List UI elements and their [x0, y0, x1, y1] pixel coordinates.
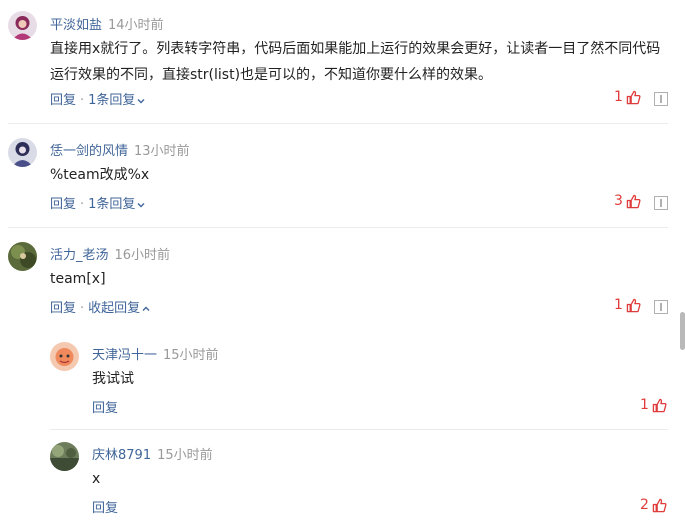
comment-line: 直接用x就行了。列表转字符串，代码后面如果能加上运行的效果会更好，让读者一目了然… [50, 41, 661, 57]
comment-line: %team改成%x [50, 167, 150, 183]
reply-text: 我试试 [92, 366, 134, 392]
scrollbar[interactable] [679, 0, 685, 521]
reply-text: x [92, 466, 100, 492]
comment-text: %team改成%x [50, 162, 149, 188]
like-count: 3 [614, 193, 623, 209]
thumbs-up-icon [652, 498, 667, 512]
toggle-replies-button[interactable]: 收起回复 [88, 301, 150, 316]
comment-line: 运行效果的不同，直接str(list)也是可以的，不知道你要什么样的效果。 [50, 67, 493, 83]
chevron-down-icon [137, 98, 145, 103]
chevron-down-icon [137, 202, 145, 207]
like-count: 2 [640, 497, 649, 513]
author-name[interactable]: 平淡如盐 [50, 18, 102, 33]
avatar[interactable] [8, 138, 37, 167]
comment-line: team[x] [50, 271, 106, 287]
comment-text: team[x] [50, 266, 106, 292]
timestamp: 13小时前 [134, 144, 190, 159]
comment-text: 直接用x就行了。列表转字符串，代码后面如果能加上运行的效果会更好，让读者一目了然… [50, 36, 660, 88]
comment-actions: 回复 · 收起回复 [50, 297, 150, 316]
avatar[interactable] [8, 11, 37, 40]
reply-actions: 回复 [92, 397, 118, 416]
reply-button[interactable]: 回复 [92, 501, 118, 516]
comment-meta: 活力_老汤 16小时前 [50, 244, 170, 263]
author-name[interactable]: 庆林8791 [92, 448, 151, 463]
thumbs-up-icon [652, 398, 667, 412]
thumbs-up-icon [626, 90, 641, 104]
like-button[interactable]: 3 [614, 193, 641, 209]
thumbs-up-icon [626, 194, 641, 208]
separator: · [80, 197, 85, 212]
comment-meta: 平淡如盐 14小时前 [50, 14, 164, 33]
separator: · [80, 301, 85, 316]
comment-meta: 恁一剑的风情 13小时前 [50, 140, 190, 159]
reply-meta: 天津冯十一 15小时前 [92, 344, 219, 363]
report-icon[interactable] [654, 196, 668, 210]
toggle-replies-button[interactable]: 1条回复 [88, 93, 145, 108]
divider [8, 123, 668, 124]
toggle-replies-label: 收起回复 [88, 301, 141, 316]
toggle-replies-label: 1条回复 [88, 93, 136, 108]
reply-actions: 回复 [92, 497, 118, 516]
timestamp: 16小时前 [114, 248, 171, 263]
avatar[interactable] [50, 342, 79, 371]
reply-line: 我试试 [92, 371, 134, 387]
report-icon[interactable] [654, 300, 668, 314]
like-button[interactable]: 1 [614, 89, 641, 105]
toggle-replies-label: 1条回复 [88, 197, 136, 212]
like-button[interactable]: 1 [614, 297, 641, 313]
reply-button[interactable]: 回复 [92, 401, 118, 416]
like-count: 1 [614, 89, 623, 105]
report-icon[interactable] [654, 92, 668, 106]
like-button[interactable]: 1 [640, 397, 667, 413]
timestamp: 14小时前 [108, 18, 164, 33]
chevron-up-icon [142, 306, 150, 311]
like-button[interactable]: 2 [640, 497, 667, 513]
reply-button[interactable]: 回复 [50, 197, 76, 212]
scrollbar-thumb[interactable] [680, 312, 685, 350]
like-count: 1 [640, 397, 649, 413]
comment-actions: 回复 · 1条回复 [50, 193, 145, 212]
author-name[interactable]: 恁一剑的风情 [50, 144, 128, 159]
reply-line: x [92, 471, 101, 487]
comment-actions: 回复 · 1条回复 [50, 89, 145, 108]
separator: · [80, 93, 85, 108]
reply-button[interactable]: 回复 [50, 93, 76, 108]
thumbs-up-icon [626, 298, 641, 312]
author-name[interactable]: 活力_老汤 [50, 248, 109, 263]
reply-meta: 庆林8791 15小时前 [92, 444, 213, 463]
divider [8, 227, 668, 228]
like-count: 1 [614, 297, 623, 313]
divider [50, 429, 668, 430]
timestamp: 15小时前 [163, 348, 219, 363]
timestamp: 15小时前 [157, 448, 213, 463]
reply-button[interactable]: 回复 [50, 301, 76, 316]
toggle-replies-button[interactable]: 1条回复 [88, 197, 145, 212]
avatar[interactable] [8, 242, 37, 271]
avatar[interactable] [50, 442, 79, 471]
author-name[interactable]: 天津冯十一 [92, 348, 157, 363]
